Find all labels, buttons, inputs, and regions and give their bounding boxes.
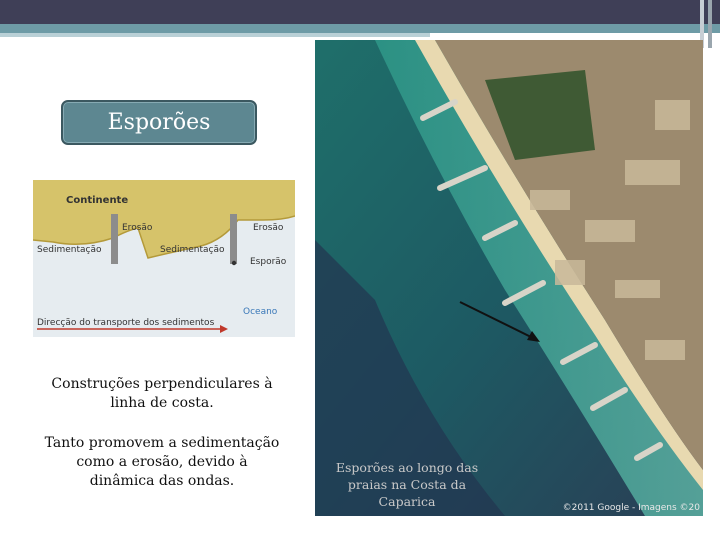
- groyne-diagram: Continente Erosão Erosão Sedimentação Se…: [33, 180, 295, 337]
- groyne-2: [230, 214, 237, 264]
- label-erosion-1: Erosão: [122, 223, 153, 233]
- label-ocean: Oceano: [243, 307, 278, 317]
- groyne-diagram-svg: Continente Erosão Erosão Sedimentação Se…: [33, 180, 295, 333]
- corner-decoration: [708, 0, 712, 48]
- label-sedimentation-2: Sedimentação: [160, 245, 225, 255]
- groyne-marker: [231, 260, 237, 266]
- label-continent: Continente: [66, 195, 128, 206]
- header-stripe: [0, 24, 720, 33]
- label-sedimentation-1: Sedimentação: [37, 245, 102, 255]
- aerial-photo-svg: [315, 40, 703, 516]
- label-transport: Direcção do transporte dos sedimentos: [37, 318, 215, 328]
- aerial-photo: [315, 40, 703, 516]
- label-groyne: Esporão: [250, 257, 287, 267]
- label-erosion-2: Erosão: [253, 223, 284, 233]
- transport-arrow-head: [220, 325, 228, 333]
- description-dynamics: Tanto promovem a sedimentação como a ero…: [44, 435, 280, 489]
- photo-credit: ©2011 Google - Imagens ©20: [562, 503, 700, 513]
- slide-title: Esporões: [61, 100, 257, 145]
- groyne-1: [111, 214, 118, 264]
- header-bar: [0, 0, 720, 24]
- photo-caption: Esporões ao longo das praias na Costa da…: [335, 460, 479, 509]
- description-structures: Construções perpendiculares à linha de c…: [51, 376, 273, 411]
- header-stripe-light: [0, 33, 430, 37]
